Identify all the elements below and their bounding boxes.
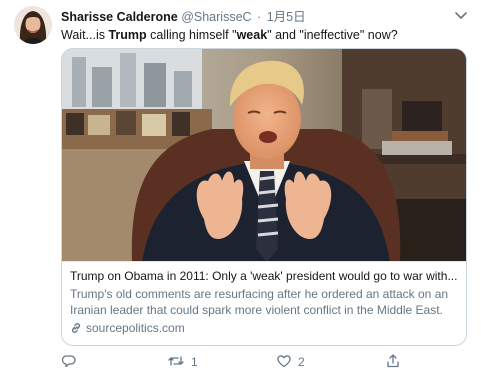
like-count: 2	[298, 355, 305, 369]
retweet-count: 1	[191, 355, 198, 369]
card-title[interactable]: Trump on Obama in 2011: Only a 'weak' pr…	[70, 268, 458, 284]
tweet-text: Wait...is Trump calling himself "weak" a…	[61, 27, 467, 43]
card-domain[interactable]: sourcepolitics.com	[70, 320, 458, 336]
reply-button[interactable]	[61, 352, 83, 372]
tweet-text-part: Wait...is	[61, 28, 109, 42]
tweet[interactable]: Sharisse Calderone @SharisseC · 1月5日 Wai…	[0, 0, 481, 378]
card-image[interactable]	[62, 49, 466, 262]
tweet-text-bold-weak: weak	[236, 28, 268, 42]
card-body: Trump on Obama in 2011: Only a 'weak' pr…	[62, 263, 466, 336]
author-name[interactable]: Sharisse Calderone	[61, 10, 178, 24]
card-description: Trump's old comments are resurfacing aft…	[70, 287, 449, 317]
share-button[interactable]	[385, 352, 401, 372]
tweet-text-part: " and "ineffective" now?	[267, 28, 398, 42]
tweet-text-part: calling himself "	[146, 28, 237, 42]
separator-dot: ·	[257, 10, 262, 24]
reply-icon	[61, 353, 77, 372]
link-icon	[70, 321, 86, 335]
like-button[interactable]: 2	[276, 352, 305, 372]
tweet-actions: 1 2	[61, 352, 481, 372]
tweet-text-bold-trump: Trump	[108, 28, 147, 42]
share-icon	[385, 353, 401, 372]
timestamp[interactable]: 1月5日	[267, 10, 306, 24]
avatar[interactable]	[14, 6, 52, 44]
retweet-icon	[167, 353, 185, 372]
link-card[interactable]: Trump on Obama in 2011: Only a 'weak' pr…	[61, 48, 467, 346]
tweet-header: Sharisse Calderone @SharisseC · 1月5日	[61, 9, 451, 27]
card-domain-text: sourcepolitics.com	[86, 321, 185, 335]
caret-down-icon[interactable]	[453, 9, 469, 23]
author-handle[interactable]: @SharisseC	[181, 10, 251, 24]
retweet-button[interactable]: 1	[167, 352, 198, 372]
like-icon	[276, 353, 292, 372]
